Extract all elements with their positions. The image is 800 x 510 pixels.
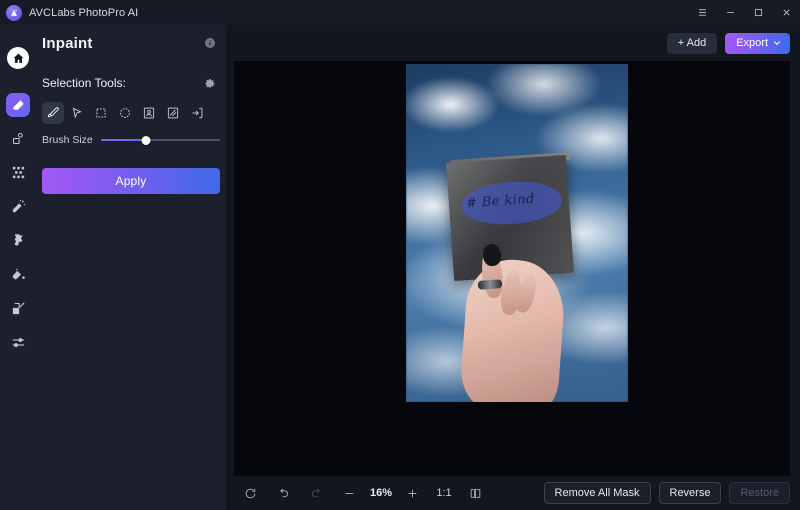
restore-button: Restore bbox=[729, 482, 790, 504]
bottom-toolbar: 16% 1:1 Remove All Mask Reverse Restore bbox=[226, 476, 800, 510]
brush-icon[interactable] bbox=[42, 102, 64, 124]
sidebar-item-enhance[interactable] bbox=[5, 159, 31, 185]
brush-size-row: Brush Size bbox=[36, 124, 226, 146]
workspace: + Add Export # Be kind bbox=[226, 25, 800, 510]
apply-button[interactable]: Apply bbox=[42, 168, 220, 194]
gear-icon[interactable] bbox=[204, 77, 216, 89]
minus-icon[interactable] bbox=[333, 481, 366, 505]
panel-header: Inpaint bbox=[36, 25, 226, 61]
avclabs-logo-icon bbox=[6, 5, 22, 21]
selection-tools-row bbox=[36, 96, 226, 124]
image-canvas[interactable]: # Be kind bbox=[234, 61, 790, 476]
sidebar-item-inpaint[interactable] bbox=[6, 93, 30, 117]
export-label: Export bbox=[736, 37, 768, 49]
brush-size-label: Brush Size bbox=[42, 134, 93, 146]
close-icon[interactable] bbox=[772, 0, 800, 25]
maximize-icon[interactable] bbox=[744, 0, 772, 25]
split-compare-icon[interactable] bbox=[459, 481, 492, 505]
window-controls bbox=[688, 0, 800, 25]
finger-ring bbox=[478, 279, 503, 290]
slider-fill bbox=[101, 139, 146, 141]
workspace-toolbar: + Add Export bbox=[226, 25, 800, 61]
home-icon[interactable] bbox=[7, 47, 29, 69]
mask-actions: Remove All Mask Reverse Restore bbox=[544, 482, 790, 504]
sidebar-item-object-remove[interactable] bbox=[5, 125, 31, 151]
person-select-icon[interactable] bbox=[138, 102, 160, 124]
undo-arrow-icon[interactable] bbox=[267, 481, 300, 505]
sidebar-item-retouch[interactable] bbox=[5, 193, 31, 219]
app-window: AVCLabs PhotoPro AI bbox=[0, 0, 800, 510]
hamburger-menu-icon[interactable] bbox=[688, 0, 716, 25]
refresh-circle-icon[interactable] bbox=[234, 481, 267, 505]
sidebar-item-adjust[interactable] bbox=[5, 329, 31, 355]
zoom-level: 16% bbox=[366, 487, 396, 499]
chevron-down-icon bbox=[773, 39, 781, 47]
page-title: Inpaint bbox=[42, 35, 93, 52]
info-icon[interactable] bbox=[204, 37, 216, 49]
selection-tools-label: Selection Tools: bbox=[42, 76, 126, 90]
hatched-square-icon[interactable] bbox=[162, 102, 184, 124]
arrow-into-box-icon[interactable] bbox=[186, 102, 208, 124]
body-row: Inpaint Selection Tools: bbox=[0, 25, 800, 510]
view-controls: 16% 1:1 bbox=[234, 481, 492, 505]
sidebar-item-upscale[interactable] bbox=[5, 295, 31, 321]
slider-knob[interactable] bbox=[142, 136, 151, 145]
rectangle-select-icon[interactable] bbox=[90, 102, 112, 124]
export-button[interactable]: Export bbox=[725, 33, 790, 54]
plus-icon[interactable] bbox=[396, 481, 429, 505]
minimize-icon[interactable] bbox=[716, 0, 744, 25]
remove-all-mask-button[interactable]: Remove All Mask bbox=[544, 482, 651, 504]
add-button[interactable]: + Add bbox=[667, 33, 717, 54]
app-title: AVCLabs PhotoPro AI bbox=[29, 7, 138, 19]
left-icon-rail bbox=[0, 25, 36, 510]
title-bar: AVCLabs PhotoPro AI bbox=[0, 0, 800, 25]
actual-size-button[interactable]: 1:1 bbox=[429, 487, 459, 499]
brush-size-slider[interactable] bbox=[101, 134, 220, 146]
sidebar-item-colorize[interactable] bbox=[5, 261, 31, 287]
redo-arrow-icon[interactable] bbox=[300, 481, 333, 505]
canvas-wrapper: # Be kind bbox=[226, 61, 800, 476]
ellipse-select-icon[interactable] bbox=[114, 102, 136, 124]
cursor-arrow-icon[interactable] bbox=[66, 102, 88, 124]
reverse-button[interactable]: Reverse bbox=[659, 482, 722, 504]
sidebar-item-background[interactable] bbox=[5, 227, 31, 253]
photo[interactable]: # Be kind bbox=[406, 64, 628, 402]
selection-tools-header: Selection Tools: bbox=[36, 70, 226, 96]
inpaint-panel: Inpaint Selection Tools: bbox=[36, 25, 226, 510]
